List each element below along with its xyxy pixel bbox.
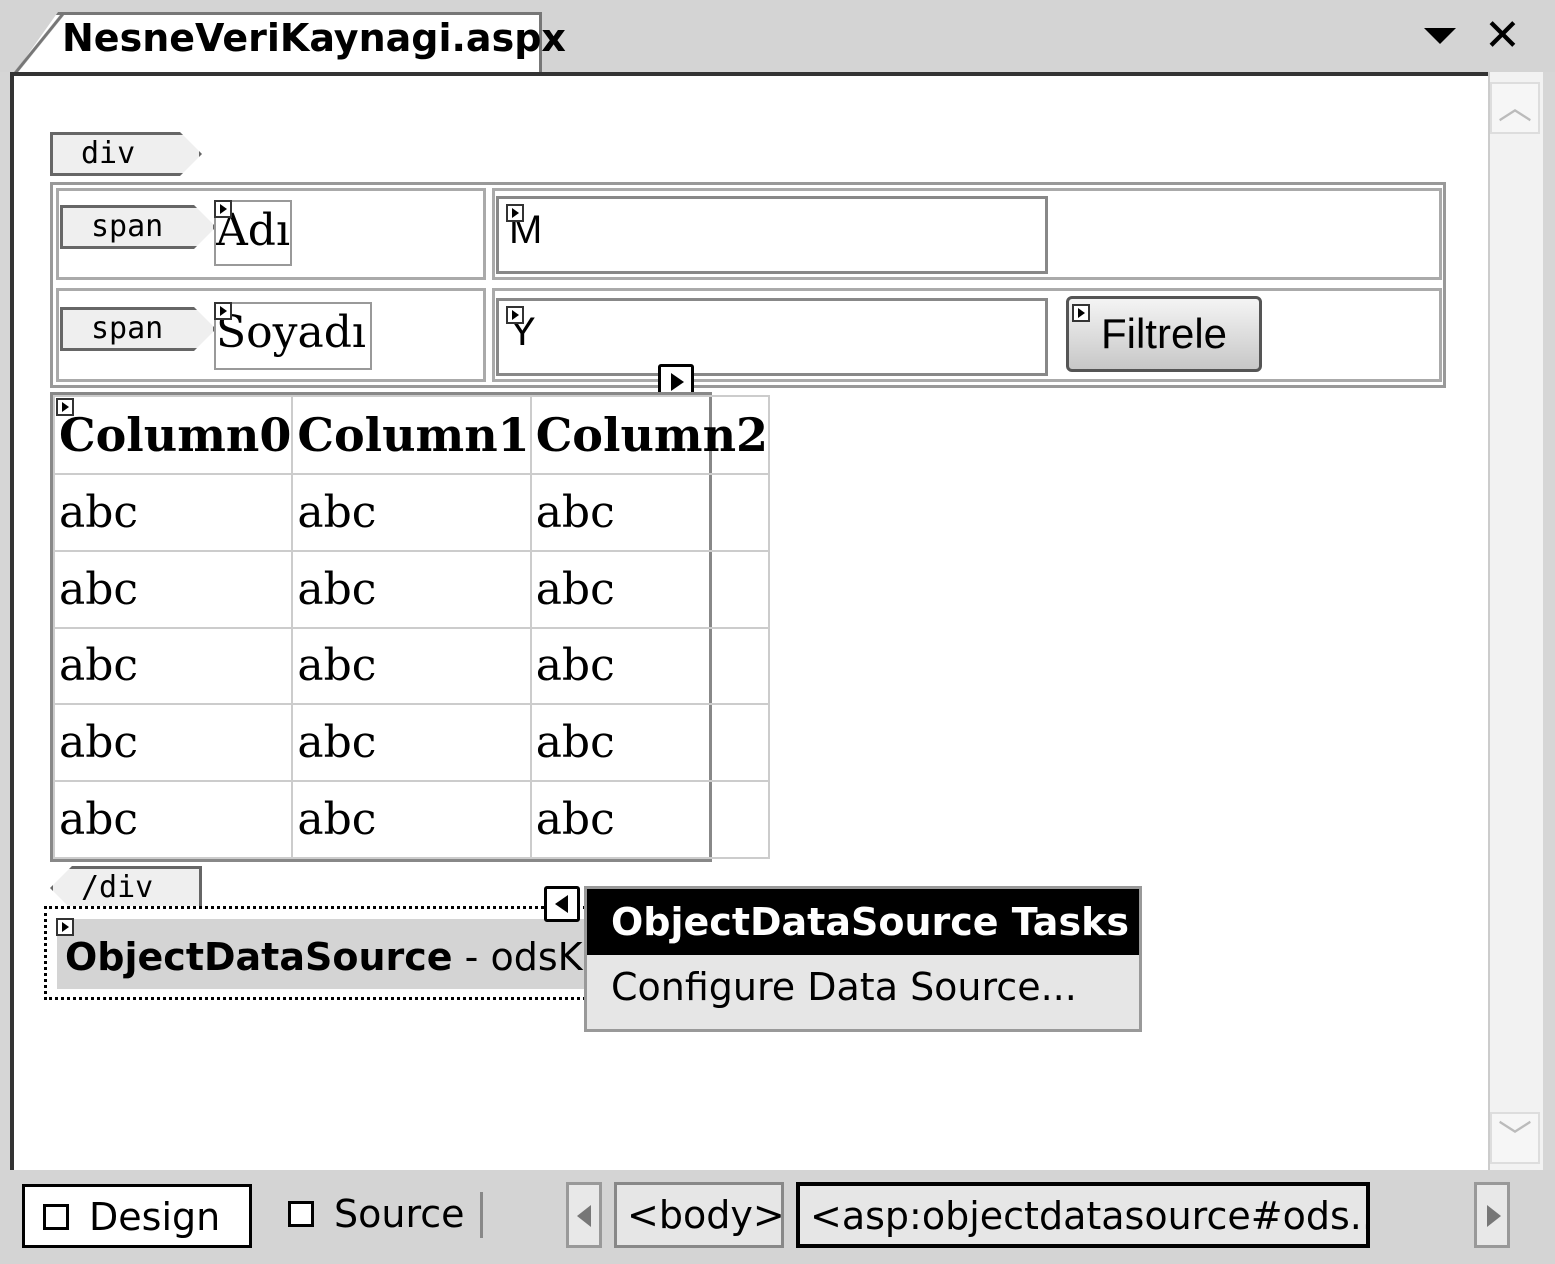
table-row: abc abc abc (52, 473, 771, 552)
tab-strip: NesneVeriKaynagi.aspx ✕ (0, 0, 1555, 74)
document-tab-edge (14, 12, 64, 74)
document-tab-title: NesneVeriKaynagi.aspx (62, 16, 566, 60)
breadcrumb-objectdatasource[interactable]: <asp:objectdatasource#ods...> (796, 1182, 1370, 1248)
control-glyph-icon (214, 200, 232, 218)
grid-cell: abc (52, 626, 294, 706)
vertical-scrollbar[interactable]: ︿ ﹀ (1488, 72, 1543, 1170)
control-glyph-icon (214, 302, 232, 320)
ods-name: - odsKisi (464, 935, 601, 979)
design-view-label: Design (89, 1195, 221, 1239)
source-view-label: Source (334, 1192, 465, 1236)
grid-cell: abc (291, 549, 532, 629)
objectdatasource-caption: ObjectDataSource - odsKisi (57, 919, 601, 989)
grid-cell: abc (52, 780, 294, 859)
grid-header-cell: Column0 (52, 395, 294, 475)
grid-cell: abc (529, 703, 771, 783)
ods-tasks-panel: ObjectDataSource Tasks Configure Data So… (584, 886, 1142, 1032)
span-tag-soyad[interactable]: span (60, 307, 216, 351)
table-row: abc abc abc (52, 626, 771, 706)
control-glyph-icon (56, 398, 74, 416)
breadcrumb-right-icon[interactable] (1474, 1182, 1510, 1248)
breadcrumb-left-icon[interactable] (566, 1182, 602, 1248)
grid-cell: abc (52, 549, 294, 629)
ods-type: ObjectDataSource (65, 935, 453, 979)
table-row: abc abc abc (52, 549, 771, 629)
div-close-tag-label: /div (81, 870, 154, 905)
source-icon (288, 1200, 314, 1227)
grid-cell: abc (529, 473, 771, 552)
grid-cell: abc (529, 780, 771, 859)
gridview[interactable]: Column0 Column1 Column2 abc abc abc abc … (50, 392, 771, 862)
div-open-tag-label: div (81, 136, 136, 171)
grid-cell: abc (52, 473, 294, 552)
chevron-down-icon[interactable] (1424, 28, 1456, 44)
objectdatasource-control[interactable]: ObjectDataSource - odsKisi (44, 906, 604, 1000)
div-close-tag[interactable]: /div (50, 866, 202, 910)
breadcrumb-body[interactable]: <body> (614, 1182, 784, 1248)
filter-button[interactable]: Filtrele (1066, 296, 1262, 372)
scroll-down-icon[interactable]: ﹀ (1490, 1112, 1540, 1164)
design-view-button[interactable]: Design (22, 1184, 252, 1248)
designer-window: NesneVeriKaynagi.aspx ✕ ︿ ﹀ div span Adı… (0, 0, 1555, 1264)
tasks-header: ObjectDataSource Tasks (587, 889, 1139, 955)
grid-header-cell: Column2 (529, 395, 771, 475)
ods-smart-tag-icon[interactable] (544, 886, 580, 922)
filter-button-label: Filtrele (1100, 310, 1228, 357)
grid-header-row: Column0 Column1 Column2 (52, 395, 771, 475)
scroll-up-icon[interactable]: ︿ (1490, 82, 1540, 134)
control-glyph-icon (506, 306, 524, 324)
label-soyad-text: Soyadı (216, 307, 366, 358)
close-icon[interactable]: ✕ (1484, 14, 1521, 58)
grid-cell: abc (291, 780, 532, 859)
grid-header-cell: Column1 (291, 395, 532, 475)
textbox-ad[interactable]: M (496, 196, 1048, 274)
grid-cell: abc (529, 626, 771, 706)
div-open-tag[interactable]: div (50, 132, 202, 176)
grid-cell: abc (291, 626, 532, 706)
control-glyph-icon (506, 204, 524, 222)
label-soyad[interactable]: Soyadı (214, 302, 372, 370)
textbox-soyad[interactable]: Y (496, 298, 1048, 376)
span-tag-ad-label: span (91, 209, 164, 244)
grid-cell: abc (291, 703, 532, 783)
span-tag-ad[interactable]: span (60, 205, 216, 249)
source-view-button[interactable]: Source (270, 1184, 470, 1248)
divider (480, 1192, 483, 1238)
span-tag-soyad-label: span (91, 311, 164, 346)
configure-data-source-link[interactable]: Configure Data Source... (611, 965, 1077, 1009)
design-icon (43, 1203, 69, 1230)
control-glyph-icon (1072, 304, 1090, 322)
grid-cell: abc (52, 703, 294, 783)
table-row: abc abc abc (52, 780, 771, 859)
table-row: abc abc abc (52, 703, 771, 783)
control-glyph-icon (56, 918, 74, 936)
grid-cell: abc (291, 473, 532, 552)
grid-table: Column0 Column1 Column2 abc abc abc abc … (52, 395, 771, 859)
grid-cell: abc (529, 549, 771, 629)
